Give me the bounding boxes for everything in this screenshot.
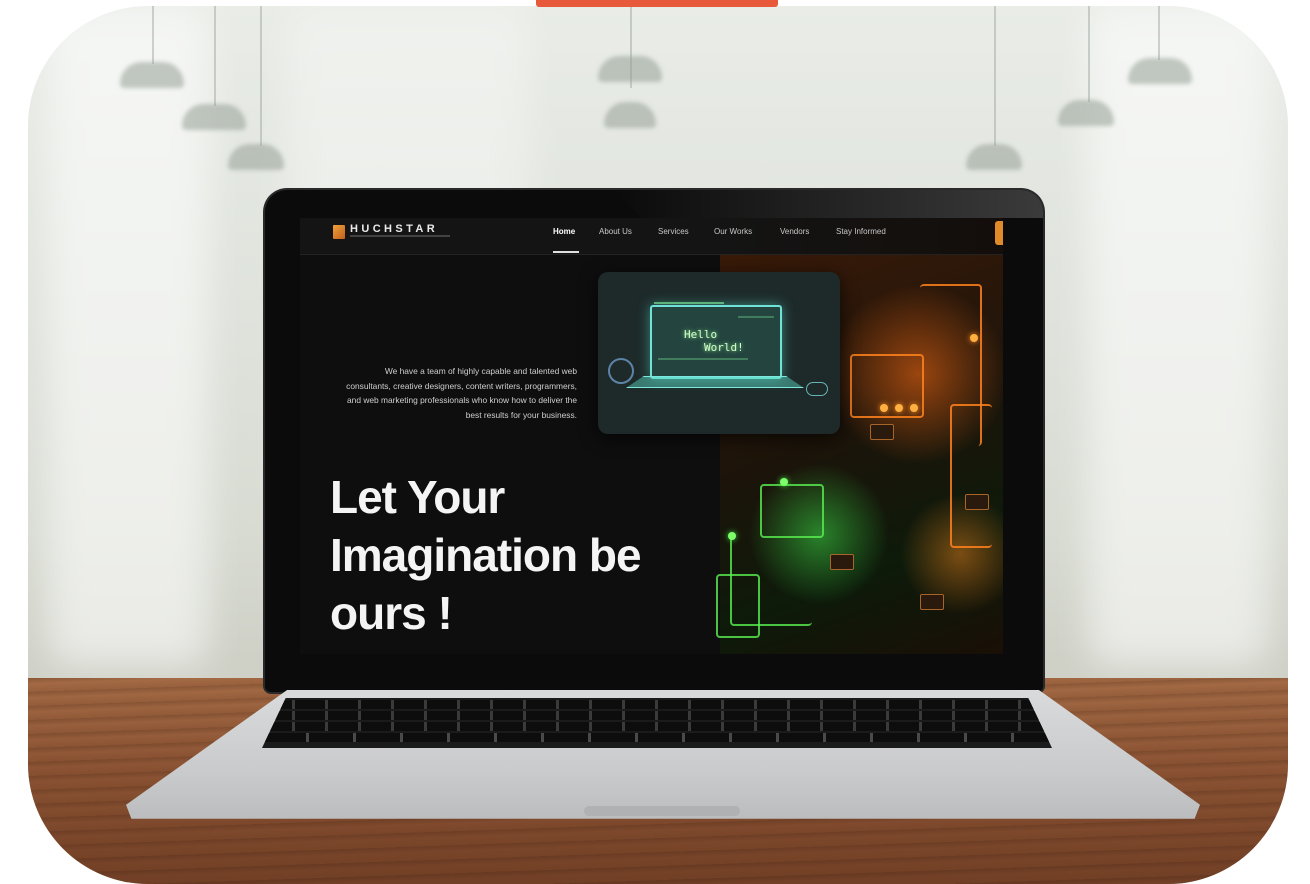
window-glow-right	[1088, 6, 1268, 666]
circuit-trace	[760, 484, 824, 538]
brand-tagline	[350, 235, 450, 237]
nav-home[interactable]: Home	[553, 227, 575, 236]
keyboard-row	[262, 711, 1052, 720]
hero-title-line1: Let Your	[330, 471, 505, 523]
nav-services[interactable]: Services	[658, 227, 689, 236]
hologram-mouse-icon	[806, 382, 828, 396]
laptop-lid-glare	[615, 190, 1043, 218]
keyboard-row	[262, 722, 1052, 731]
circuit-node	[970, 334, 978, 342]
huchstar-logo-icon[interactable]	[333, 225, 345, 239]
pendant-lamp-shade	[604, 102, 656, 128]
pendant-lamp-shade	[182, 104, 246, 130]
pendant-lamp-shade	[1128, 58, 1192, 84]
holo-code-bar	[654, 302, 724, 304]
nav-active-indicator	[553, 251, 579, 253]
hologram-gear-icon	[608, 358, 634, 384]
circuit-chip	[870, 424, 894, 440]
pendant-lamp-cord	[1088, 6, 1090, 102]
circuit-node	[728, 532, 736, 540]
hero-title: Let Your Imagination be ours !	[330, 468, 710, 642]
pendant-lamp-shade	[966, 144, 1022, 170]
website-screen: HUCHSTAR Home About Us Services Our Work…	[300, 218, 1003, 654]
circuit-chip	[830, 554, 854, 570]
circuit-node	[910, 404, 918, 412]
keyboard-row	[262, 733, 1052, 742]
hologram-code-line1: Hello	[684, 328, 718, 341]
hero-title-line3: ours !	[330, 587, 453, 639]
circuit-node	[880, 404, 888, 412]
pendant-lamp-cord	[260, 6, 262, 146]
accent-tab	[536, 0, 778, 7]
hero-description: We have a team of highly capable and tal…	[346, 366, 577, 420]
nav-about-us[interactable]: About Us	[599, 227, 632, 236]
circuit-node	[895, 404, 903, 412]
hero-card: Hello World!	[598, 272, 840, 434]
hologram-code: Hello World!	[684, 328, 744, 354]
pendant-lamp-cord	[994, 6, 996, 146]
hologram-code-line2: World!	[704, 341, 744, 354]
pendant-lamp-shade	[598, 56, 662, 82]
nav-our-works[interactable]: Our Works	[714, 227, 752, 236]
hologram-laptop-base	[626, 376, 804, 388]
nav-vendors[interactable]: Vendors	[780, 227, 809, 236]
nav-cta-button[interactable]	[995, 221, 1003, 245]
pendant-lamp-shade	[228, 144, 284, 170]
circuit-node	[780, 478, 788, 486]
circuit-chip	[965, 494, 989, 510]
pendant-lamp-cord	[1158, 6, 1160, 60]
hero-title-line2: Imagination be	[330, 529, 642, 581]
pendant-lamp-shade	[1058, 100, 1114, 126]
pendant-lamp-cord	[152, 6, 154, 64]
pendant-lamp-shade	[120, 62, 184, 88]
scene: HUCHSTAR Home About Us Services Our Work…	[0, 0, 1310, 884]
brand-name[interactable]: HUCHSTAR	[350, 223, 438, 235]
laptop-lid-notch	[584, 806, 740, 816]
laptop-keyboard	[262, 698, 1052, 748]
nav-stay-informed[interactable]: Stay Informed	[836, 227, 886, 236]
window-glow-left	[48, 6, 208, 666]
pendant-lamp-cord	[214, 6, 216, 106]
keyboard-row	[262, 700, 1052, 709]
site-navbar: HUCHSTAR Home About Us Services Our Work…	[300, 218, 1003, 255]
circuit-chip	[920, 594, 944, 610]
circuit-trace	[950, 404, 992, 548]
circuit-trace	[716, 574, 760, 638]
